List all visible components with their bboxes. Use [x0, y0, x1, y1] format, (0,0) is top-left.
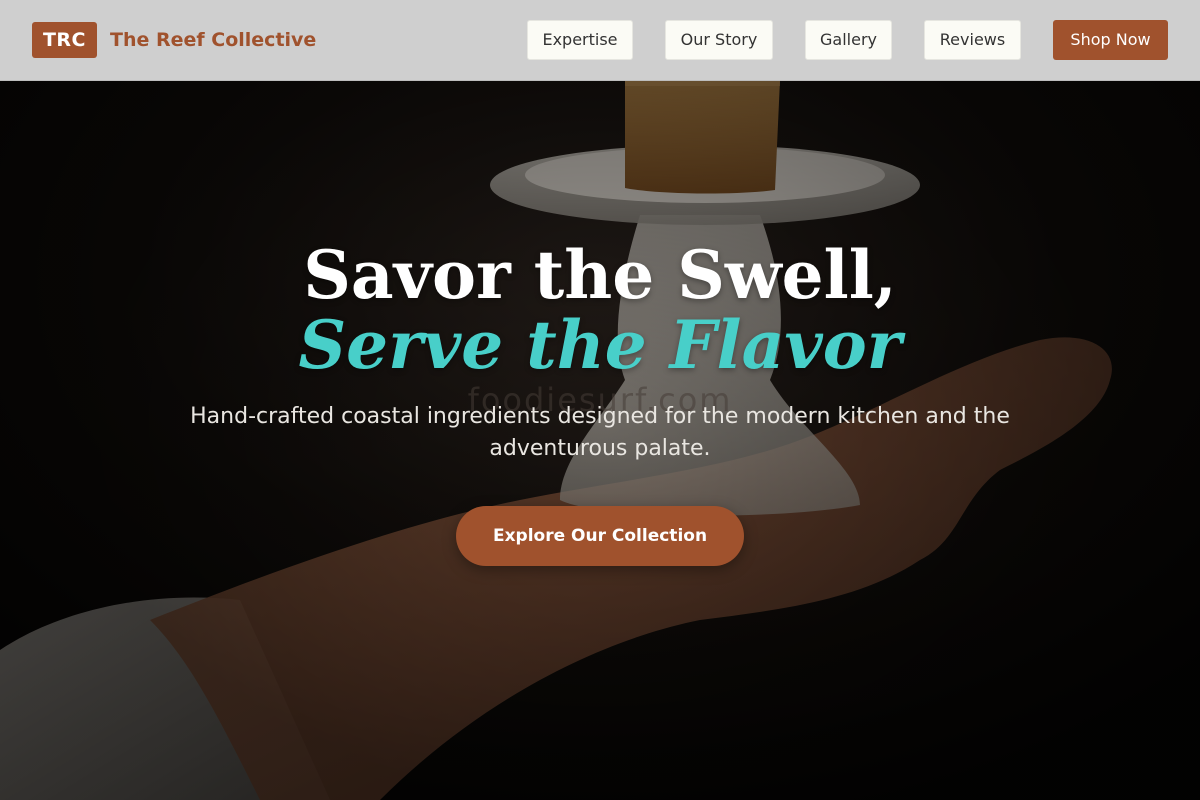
hero-subtitle: Hand-crafted coastal ingredients designe… — [190, 404, 1010, 461]
brand-logo-badge[interactable]: TRC — [32, 22, 97, 58]
hero-title-line2: Serve the Flavor — [298, 306, 902, 384]
brand-name[interactable]: The Reef Collective — [110, 27, 316, 53]
site-header: TRC The Reef Collective Expertise Our St… — [0, 0, 1200, 81]
explore-collection-button[interactable]: Explore Our Collection — [456, 506, 744, 566]
nav-our-story-button[interactable]: Our Story — [665, 20, 773, 60]
nav-reviews-button[interactable]: Reviews — [924, 20, 1021, 60]
landing-page: TRC The Reef Collective Expertise Our St… — [0, 0, 1200, 800]
shop-now-button[interactable]: Shop Now — [1053, 20, 1168, 60]
nav-gallery-button[interactable]: Gallery — [805, 20, 892, 60]
nav-expertise-button[interactable]: Expertise — [527, 20, 633, 60]
